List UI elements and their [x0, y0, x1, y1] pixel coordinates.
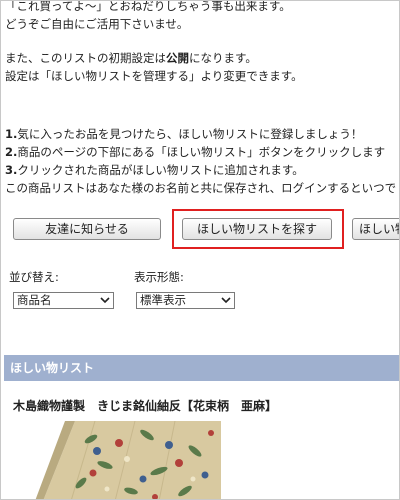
chevron-down-icon	[100, 297, 110, 304]
intro-line-2: どうぞご自由にご活用下さいませ。	[5, 17, 189, 31]
notify-friend-button[interactable]: 友達に知らせる	[13, 218, 161, 240]
intro-line-1: 「これ買ってよ～」とおねだりしちゃう事も出来ます。	[5, 0, 291, 13]
intro-text: 「これ買ってよ～」とおねだりしちゃう事も出来ます。 どうぞご自由にご活用下さいま…	[5, 0, 303, 85]
steps-note: この商品リストはあなた様のお名前と共に保存され、ログインするといつで	[5, 181, 397, 195]
intro-line-3: また、このリストの初期設定は公開になります。	[5, 49, 303, 67]
steps-list: 1.気に入ったお品を見つけたら、ほしい物リストに登録しましょう！ 2.商品のペー…	[5, 125, 396, 197]
manage-wishlist-button[interactable]: ほしい物	[352, 218, 399, 240]
view-select-value: 標準表示	[140, 293, 186, 307]
sort-select[interactable]: 商品名	[13, 292, 114, 309]
step-1: 1.気に入ったお品を見つけたら、ほしい物リストに登録しましょう！	[5, 125, 396, 143]
step-2-num: 2.	[5, 145, 18, 159]
sort-select-value: 商品名	[17, 293, 52, 307]
step-3-text: クリックされた商品がほしい物リストに追加されます。	[17, 163, 304, 177]
step-2: 2.商品のページの下部にある「ほしい物リスト」ボタンをクリックします	[5, 143, 396, 161]
sort-label: 並び替え:	[9, 270, 59, 284]
wishlist-panel-header: ほしい物リスト	[4, 355, 399, 381]
intro-line-4: 設定は「ほしい物リストを管理する」より変更できます。	[5, 69, 303, 83]
intro-line-3-bold: 公開	[166, 51, 189, 65]
step-1-num: 1.	[5, 127, 18, 141]
intro-line-3-prefix: また、このリストの初期設定は	[5, 51, 166, 65]
step-1-text: 気に入ったお品を見つけたら、ほしい物リストに登録しましょう！	[17, 127, 363, 141]
product-image[interactable]	[35, 421, 221, 500]
intro-line-3-suffix: になります。	[189, 51, 257, 65]
chevron-down-icon	[221, 297, 231, 304]
view-label: 表示形態:	[134, 270, 184, 284]
view-select[interactable]: 標準表示	[136, 292, 235, 309]
find-wishlist-button[interactable]: ほしい物リストを探す	[182, 218, 332, 240]
page-frame: 「これ買ってよ～」とおねだりしちゃう事も出来ます。 どうぞご自由にご活用下さいま…	[0, 0, 400, 500]
step-2-text: 商品のページの下部にある「ほしい物リスト」ボタンをクリックします	[17, 145, 386, 159]
step-3-num: 3.	[5, 163, 18, 177]
step-3: 3.クリックされた商品がほしい物リストに追加されます。	[5, 161, 396, 179]
product-title[interactable]: 木島織物謹製 きじま銘仙紬反【花束柄 亜麻】	[13, 397, 277, 414]
